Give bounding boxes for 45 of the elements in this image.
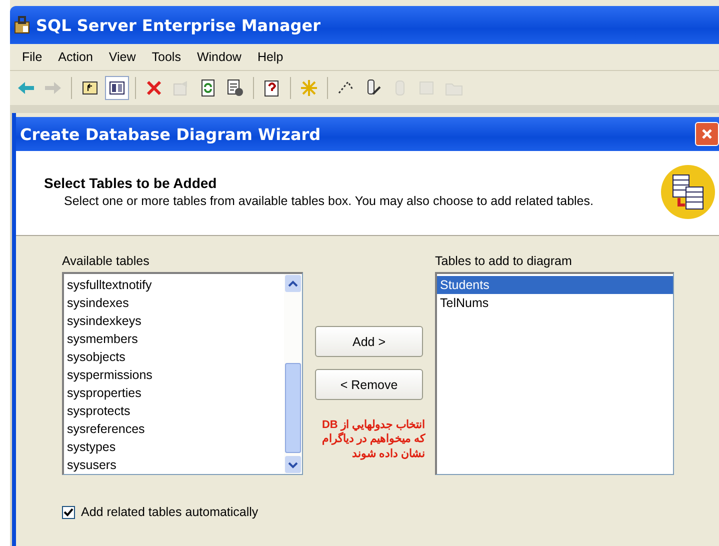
page-heading: Select Tables to be Added xyxy=(44,174,218,191)
menu-item[interactable]: Tools xyxy=(144,48,189,66)
list-label: Available tables xyxy=(62,254,150,268)
menu-item[interactable]: View xyxy=(100,48,144,66)
close-icon xyxy=(700,127,714,141)
scrollbar-thumb[interactable] xyxy=(285,363,301,453)
scrollbar[interactable] xyxy=(284,274,302,474)
chosen-tables-list[interactable]: Students TelNums xyxy=(435,272,674,475)
menu-item[interactable]: Window xyxy=(188,48,250,66)
toolbox-icon xyxy=(14,16,30,34)
list-item[interactable]: systypes xyxy=(64,438,284,456)
tree-button[interactable] xyxy=(105,76,129,100)
window-title: SQL Server Enterprise Manager xyxy=(36,16,320,34)
new-icon xyxy=(299,78,319,98)
tables-icon xyxy=(661,165,715,219)
scroll-up-icon[interactable] xyxy=(285,275,301,292)
list-item[interactable]: TelNums xyxy=(437,294,673,312)
dialog-title: Create Database Diagram Wizard xyxy=(20,124,321,144)
wizard-button[interactable]: < Remove xyxy=(315,369,423,400)
checkbox[interactable] xyxy=(62,506,75,518)
close-button[interactable] xyxy=(695,122,719,146)
list-item[interactable]: sysmembers xyxy=(64,330,284,348)
annotation-text: انتخاب جدولهايي از DB که ميخواهيم در دياگرام نشان داده شوند xyxy=(320,418,425,461)
menu-item[interactable]: Help xyxy=(249,48,292,66)
list-item[interactable]: sysindexes xyxy=(64,294,284,312)
list-item[interactable]: syspermissions xyxy=(64,366,284,384)
list-item[interactable]: sysindexkeys xyxy=(64,312,284,330)
list-label: Tables to add to diagram xyxy=(435,254,573,268)
wizard-button[interactable]: Add > xyxy=(315,326,423,357)
list-item[interactable]: sysprotects xyxy=(64,402,284,420)
list-item[interactable]: sysreferences xyxy=(64,420,284,438)
menu-item[interactable]: File xyxy=(14,48,50,66)
list-item[interactable]: sysproperties xyxy=(64,384,284,402)
list-item[interactable]: sysusers xyxy=(64,456,284,474)
menu-item[interactable]: Action xyxy=(50,48,101,66)
export-icon xyxy=(225,78,245,98)
list-item[interactable]: Students xyxy=(437,276,673,294)
related-tables-checkbox[interactable]: Add related tables automatically xyxy=(62,505,719,519)
scroll-down-icon[interactable] xyxy=(285,456,301,473)
check-icon xyxy=(63,506,74,518)
list-item[interactable]: sysfulltextnotify xyxy=(64,276,284,294)
page-description: Select one or more tables from available tables box. You may also choose to add related tables. xyxy=(63,194,594,210)
delete-icon xyxy=(144,78,164,98)
available-tables-list[interactable]: sysfulltextnotify sysindexes sysindexkeys sysmembers sysobjects syspermissions sysproperties sysprotects sysreferences systypes sysusers xyxy=(62,272,303,475)
list-item[interactable]: sysobjects xyxy=(64,348,284,366)
